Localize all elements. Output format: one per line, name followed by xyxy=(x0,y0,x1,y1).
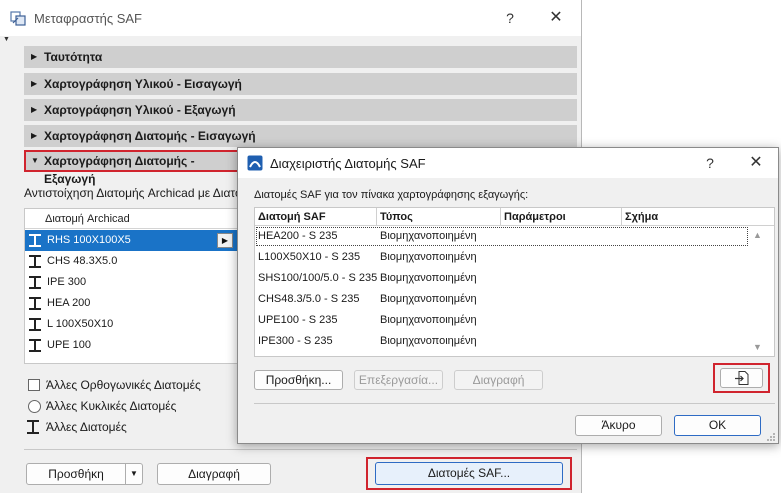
chevron-right-icon: ▶ xyxy=(31,52,38,61)
mapping-description: Αντιστοίχηση Διατομής Archicad με Διατομ… xyxy=(24,186,238,200)
profile-name: HEA 200 xyxy=(47,297,91,309)
option-label: Άλλες Διατομές xyxy=(46,420,127,434)
ok-button[interactable]: OK xyxy=(674,415,761,436)
section-label: Χαρτογράφηση Διατομής - Εισαγωγή xyxy=(44,129,256,143)
close-button[interactable]: ✕ xyxy=(744,151,768,175)
profile-name: IPE 300 xyxy=(47,276,87,288)
saf-manager-icon xyxy=(247,155,263,171)
section-material-import[interactable]: ▶ Χαρτογράφηση Υλικού - Εισαγωγή xyxy=(24,73,577,95)
option-circular[interactable]: Άλλες Κυκλικές Διατομές xyxy=(28,398,176,414)
saf-profile-type: Βιομηχανοποιημένη xyxy=(380,251,477,263)
chevron-right-icon: ▶ xyxy=(31,105,38,114)
section-material-export[interactable]: ▶ Χαρτογράφηση Υλικού - Εξαγωγή xyxy=(24,99,577,121)
column-header[interactable]: Τύπος xyxy=(377,208,501,226)
help-button[interactable]: ? xyxy=(698,151,722,175)
cancel-button[interactable]: Άκυρο xyxy=(575,415,662,436)
table-row[interactable]: HEA200 - S 235 Βιομηχανοποιημένη xyxy=(255,226,749,247)
edit-profile-button[interactable]: Επεξεργασία... xyxy=(354,370,443,390)
saf-profile-name: CHS48.3/5.0 - S 235 xyxy=(258,293,360,305)
section-profile-import[interactable]: ▶ Χαρτογράφηση Διατομής - Εισαγωγή xyxy=(24,125,577,147)
dialog-titlebar: Διαχειριστής Διατομής SAF ? ✕ xyxy=(238,148,778,178)
profile-name: L 100X50X10 xyxy=(47,318,114,330)
column-header[interactable]: Παράμετροι xyxy=(501,208,622,226)
add-profile-button[interactable]: Προσθήκη... xyxy=(254,370,343,390)
archicad-profile-list[interactable]: Διατομή Archicad RHS 100X100X5 ▶ CHS 48.… xyxy=(24,208,238,364)
dialog-description: Διατομές SAF για τον πίνακα χαρτογράφηση… xyxy=(254,189,529,201)
section-profile-export[interactable]: ▼ Χαρτογράφηση Διατομής - Εξαγωγή xyxy=(24,150,239,186)
rectangular-checkbox[interactable] xyxy=(28,379,40,391)
window-title: Μεταφραστής SAF xyxy=(34,11,142,26)
saf-profile-manager-dialog: Διαχειριστής Διατομής SAF ? ✕ Διατομές S… xyxy=(237,147,779,444)
table-row[interactable]: UPE100 - S 235 Βιομηχανοποιημένη xyxy=(255,310,749,331)
saf-profile-name: UPE100 - S 235 xyxy=(258,314,338,326)
chevron-down-icon[interactable]: ▼ xyxy=(125,463,143,485)
saf-profile-type: Βιομηχανοποιημένη xyxy=(380,230,477,242)
delete-profile-button[interactable]: Διαγραφή xyxy=(454,370,543,390)
section-identity[interactable]: ▶ Ταυτότητα xyxy=(24,46,577,68)
help-button[interactable]: ? xyxy=(498,6,522,30)
import-icon xyxy=(734,371,748,385)
profile-row[interactable]: HEA 200 xyxy=(25,293,237,314)
saf-profile-type: Βιομηχανοποιημένη xyxy=(380,335,477,347)
profile-icon xyxy=(29,318,41,331)
profile-icon xyxy=(29,297,41,310)
profile-icon xyxy=(27,420,39,434)
saf-profile-name: L100X50X10 - S 235 xyxy=(258,251,361,263)
profile-row[interactable]: CHS 48.3X5.0 xyxy=(25,251,237,272)
scroll-up-icon[interactable]: ▲ xyxy=(753,230,762,240)
table-row[interactable]: L100X50X10 - S 235 Βιομηχανοποιημένη xyxy=(255,247,749,268)
section-label: Χαρτογράφηση Υλικού - Εξαγωγή xyxy=(44,103,236,117)
column-header[interactable]: Σχήμα xyxy=(622,208,748,226)
circular-radio[interactable] xyxy=(28,400,41,413)
table-row[interactable]: IPE300 - S 235 Βιομηχανοποιημένη xyxy=(255,331,749,352)
saf-profile-type: Βιομηχανοποιημένη xyxy=(380,272,477,284)
profile-row[interactable]: L 100X50X10 xyxy=(25,314,237,335)
option-label: Άλλες Ορθογωνικές Διατομές xyxy=(46,378,201,392)
profile-row[interactable]: RHS 100X100X5 ▶ xyxy=(25,230,237,251)
import-button[interactable] xyxy=(720,368,763,388)
section-label: Ταυτότητα xyxy=(44,50,103,64)
option-other[interactable]: Άλλες Διατομές xyxy=(27,419,127,435)
profile-icon xyxy=(29,234,41,247)
saf-translator-icon xyxy=(10,11,26,26)
option-rectangular[interactable]: Άλλες Ορθογωνικές Διατομές xyxy=(28,377,201,393)
profile-icon xyxy=(29,339,41,352)
saf-profile-name: HEA200 - S 235 xyxy=(258,230,338,242)
row-menu-icon[interactable]: ▶ xyxy=(217,233,233,248)
resize-grip-icon[interactable] xyxy=(766,432,776,442)
section-label: Χαρτογράφηση Διατομής - Εξαγωγή xyxy=(44,154,195,186)
separator xyxy=(254,403,775,404)
table-row[interactable]: CHS48.3/5.0 - S 235 Βιομηχανοποιημένη xyxy=(255,289,749,310)
section-label: Χαρτογράφηση Υλικού - Εισαγωγή xyxy=(44,77,242,91)
collapse-arrow-icon[interactable]: ▼ xyxy=(3,36,10,43)
chevron-right-icon: ▶ xyxy=(31,79,38,88)
close-button[interactable]: ✕ xyxy=(544,6,568,30)
profile-name: UPE 100 xyxy=(47,339,92,351)
saf-profile-type: Βιομηχανοποιημένη xyxy=(380,314,477,326)
profile-list-header: Διατομή Archicad xyxy=(25,209,237,229)
profile-row[interactable]: IPE 300 xyxy=(25,272,237,293)
profile-row[interactable]: UPE 100 xyxy=(25,335,237,356)
option-label: Άλλες Κυκλικές Διατομές xyxy=(46,399,177,413)
chevron-down-icon: ▼ xyxy=(31,156,39,165)
chevron-right-icon: ▶ xyxy=(31,131,38,140)
saf-profile-table[interactable]: Διατομή SAF Τύπος Παράμετροι Σχήμα HEA20… xyxy=(254,207,775,357)
profile-name: RHS 100X100X5 xyxy=(47,234,131,246)
table-header: Διατομή SAF Τύπος Παράμετροι Σχήμα xyxy=(255,208,774,226)
column-header[interactable]: Διατομή SAF xyxy=(255,208,377,226)
profile-icon xyxy=(29,255,41,268)
main-titlebar: Μεταφραστής SAF ? ✕ xyxy=(0,0,581,36)
saf-profiles-button[interactable]: Διατομές SAF... xyxy=(375,462,563,485)
saf-profile-type: Βιομηχανοποιημένη xyxy=(380,293,477,305)
profile-icon xyxy=(29,276,41,289)
saf-profile-name: IPE300 - S 235 xyxy=(258,335,333,347)
dialog-title: Διαχειριστής Διατομής SAF xyxy=(270,156,426,171)
table-row[interactable]: SHS100/100/5.0 - S 235 Βιομηχανοποιημένη xyxy=(255,268,749,289)
scroll-down-icon[interactable]: ▼ xyxy=(753,342,762,352)
saf-profile-name: SHS100/100/5.0 - S 235 xyxy=(258,272,378,284)
profile-name: CHS 48.3X5.0 xyxy=(47,255,118,267)
add-button[interactable]: Προσθήκη xyxy=(26,463,126,485)
separator xyxy=(24,449,577,450)
delete-button[interactable]: Διαγραφή xyxy=(157,463,271,485)
